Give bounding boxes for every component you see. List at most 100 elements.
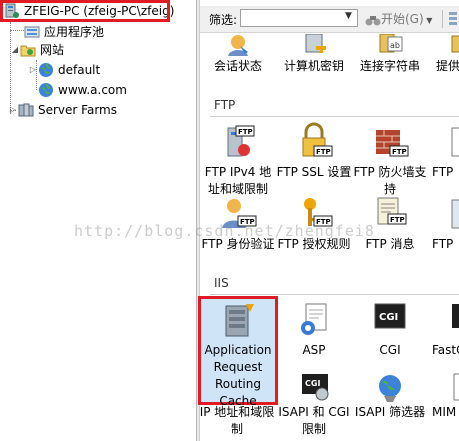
feature-label: 计算机密钥 — [283, 59, 344, 73]
fastcgi-icon — [442, 300, 459, 340]
filter-input[interactable] — [240, 9, 358, 27]
filter-label: 筛选: — [209, 13, 238, 27]
feature-label: FTP 消息 — [365, 237, 415, 251]
tree-sites-label: 网站 — [40, 43, 65, 57]
feature-ip-restrict[interactable]: IP 地址和域限制 — [199, 372, 275, 438]
feature-label: CGI — [379, 343, 401, 357]
feature-label: FastC — [432, 343, 459, 357]
feature-label: FTP — [432, 165, 454, 179]
binoculars-icon — [365, 13, 381, 27]
feature-isapi-cgi[interactable]: CGI ISAPI 和 CGI 限制 — [276, 372, 352, 438]
tree-site-default[interactable]: ▷ default — [28, 61, 100, 79]
ftp-ipv4-icon: FTP — [218, 122, 258, 162]
tree-app-pools-label: 应用程序池 — [44, 25, 105, 39]
feature-label: IP 地址和域限制 — [199, 405, 275, 436]
feature-ftp-ipv4[interactable]: FTP FTP IPv4 地址和域限制 — [200, 122, 276, 198]
feature-ftp-firewall[interactable]: FTP FTP 防火墙支持 — [352, 122, 428, 198]
tree-server-farms[interactable]: ▷ Server Farms — [8, 101, 117, 119]
feature-ftp-more[interactable]: FTP — [424, 122, 459, 181]
mime-icon — [442, 372, 459, 402]
group-divider — [210, 116, 459, 117]
start-dropdown-icon[interactable]: ▼ — [424, 16, 432, 25]
feature-label: 会话状态 — [213, 59, 262, 73]
feature-fastcgi[interactable]: FastC — [424, 300, 459, 359]
svg-text:FTP: FTP — [316, 148, 331, 156]
svg-text:CGI: CGI — [379, 312, 398, 323]
session-state-icon — [218, 34, 258, 56]
svg-text:FTP: FTP — [240, 218, 255, 226]
feature-cgi[interactable]: CGI CGI — [352, 300, 428, 359]
feature-label: FTP — [432, 237, 454, 251]
expand-arrow-icon[interactable]: ▷ — [8, 101, 18, 119]
feature-asp[interactable]: ASP — [276, 300, 352, 359]
ftp-authz-icon: FTP — [294, 194, 334, 234]
feature-label: ISAPI 筛选器 — [354, 405, 426, 419]
tree-server-farms-label: Server Farms — [38, 103, 117, 117]
ip-restrict-icon — [217, 372, 257, 402]
svg-text:FTP: FTP — [390, 216, 405, 224]
expand-arrow-icon[interactable]: ▷ — [28, 61, 38, 79]
collapse-arrow-icon[interactable]: ◢ — [10, 41, 20, 59]
feature-label: FTP 授权规则 — [277, 237, 351, 251]
feature-label: ISAPI 和 CGI 限制 — [278, 405, 350, 436]
feature-label: FTP SSL 设置 — [276, 165, 352, 179]
globe-icon — [38, 62, 54, 78]
feature-ftp-authz[interactable]: FTP FTP 授权规则 — [276, 194, 352, 253]
feature-label: FTP 身份验证 — [201, 237, 275, 251]
feature-isapi-filter[interactable]: ISAPI 筛选器 — [352, 372, 428, 421]
start-button[interactable]: 开始(G) ▼ — [365, 9, 432, 29]
feature-ftp-ssl[interactable]: FTP FTP SSL 设置 — [276, 122, 352, 181]
ftp-messages-icon: FTP — [370, 194, 410, 234]
feature-providers[interactable]: 提供 — [424, 34, 459, 75]
isapi-filter-icon — [370, 372, 410, 402]
feature-ftp-auth[interactable]: FTP FTP 身份验证 — [200, 194, 276, 253]
tree-app-pools[interactable]: 应用程序池 — [24, 23, 104, 41]
connection-strings-icon: ab — [370, 33, 410, 56]
filter-dropdown-icon[interactable]: ▼ — [345, 11, 352, 21]
feature-label: FTP 防火墙支持 — [353, 165, 427, 196]
cgi-icon: CGI — [370, 300, 410, 340]
ftp-auth-icon: FTP — [218, 194, 258, 234]
feature-machine-key[interactable]: 计算机密钥 — [276, 33, 352, 75]
connections-tree: ZFEIG-PC (zfeig-PC\zfeig) 应用程序池 ◢ 网站 ▷ d… — [0, 0, 196, 441]
feature-label: ASP — [302, 343, 326, 357]
group-header-ftp: FTP — [214, 98, 236, 112]
svg-text:FTP: FTP — [238, 128, 253, 136]
toolbar-separator — [442, 10, 443, 28]
svg-text:ab: ab — [390, 41, 400, 50]
ftp-ssl-icon: FTP — [294, 122, 334, 162]
svg-text:CGI: CGI — [305, 379, 320, 388]
tree-guide-line — [10, 30, 24, 31]
server-farms-icon — [18, 102, 34, 118]
ftp-firewall-icon: FTP — [370, 122, 410, 162]
tree-site-default-label: default — [58, 63, 101, 77]
group-divider — [210, 294, 459, 295]
feature-connection-strings[interactable]: ab 连接字符串 — [352, 33, 428, 75]
svg-text:FTP: FTP — [316, 218, 331, 226]
feature-mime[interactable]: MIM — [424, 372, 459, 421]
feature-label: MIM — [432, 405, 457, 419]
arr-cache-icon — [218, 300, 258, 340]
feature-session-state[interactable]: 会话状态 — [200, 34, 276, 75]
filter-toolbar: 筛选: ▼ 开始(G) ▼ — [200, 6, 459, 33]
feature-label: 提供 — [436, 59, 459, 73]
show-all-icon[interactable] — [448, 11, 458, 25]
tree-site-a-label: www.a.com — [58, 83, 127, 97]
globe-icon — [38, 82, 54, 98]
app-pools-icon — [24, 24, 40, 40]
feature-label: FTP IPv4 地址和域限制 — [204, 165, 272, 196]
group-header-iis: IIS — [214, 276, 229, 290]
asp-icon — [294, 300, 334, 340]
tree-site-a[interactable]: www.a.com — [38, 81, 127, 99]
isapi-cgi-icon: CGI — [294, 372, 334, 402]
machine-key-icon — [294, 33, 334, 56]
feature-label: 连接字符串 — [359, 59, 420, 73]
svg-text:FTP: FTP — [392, 148, 407, 156]
providers-icon — [442, 34, 459, 56]
feature-ftp-messages[interactable]: FTP FTP 消息 — [352, 194, 428, 253]
start-button-label: 开始(G) — [381, 12, 424, 26]
tree-sites[interactable]: ◢ 网站 — [10, 41, 64, 59]
server-highlight-frame — [0, 0, 170, 22]
sites-folder-icon — [20, 42, 36, 58]
feature-ftp-more2[interactable]: FTP — [424, 194, 459, 253]
